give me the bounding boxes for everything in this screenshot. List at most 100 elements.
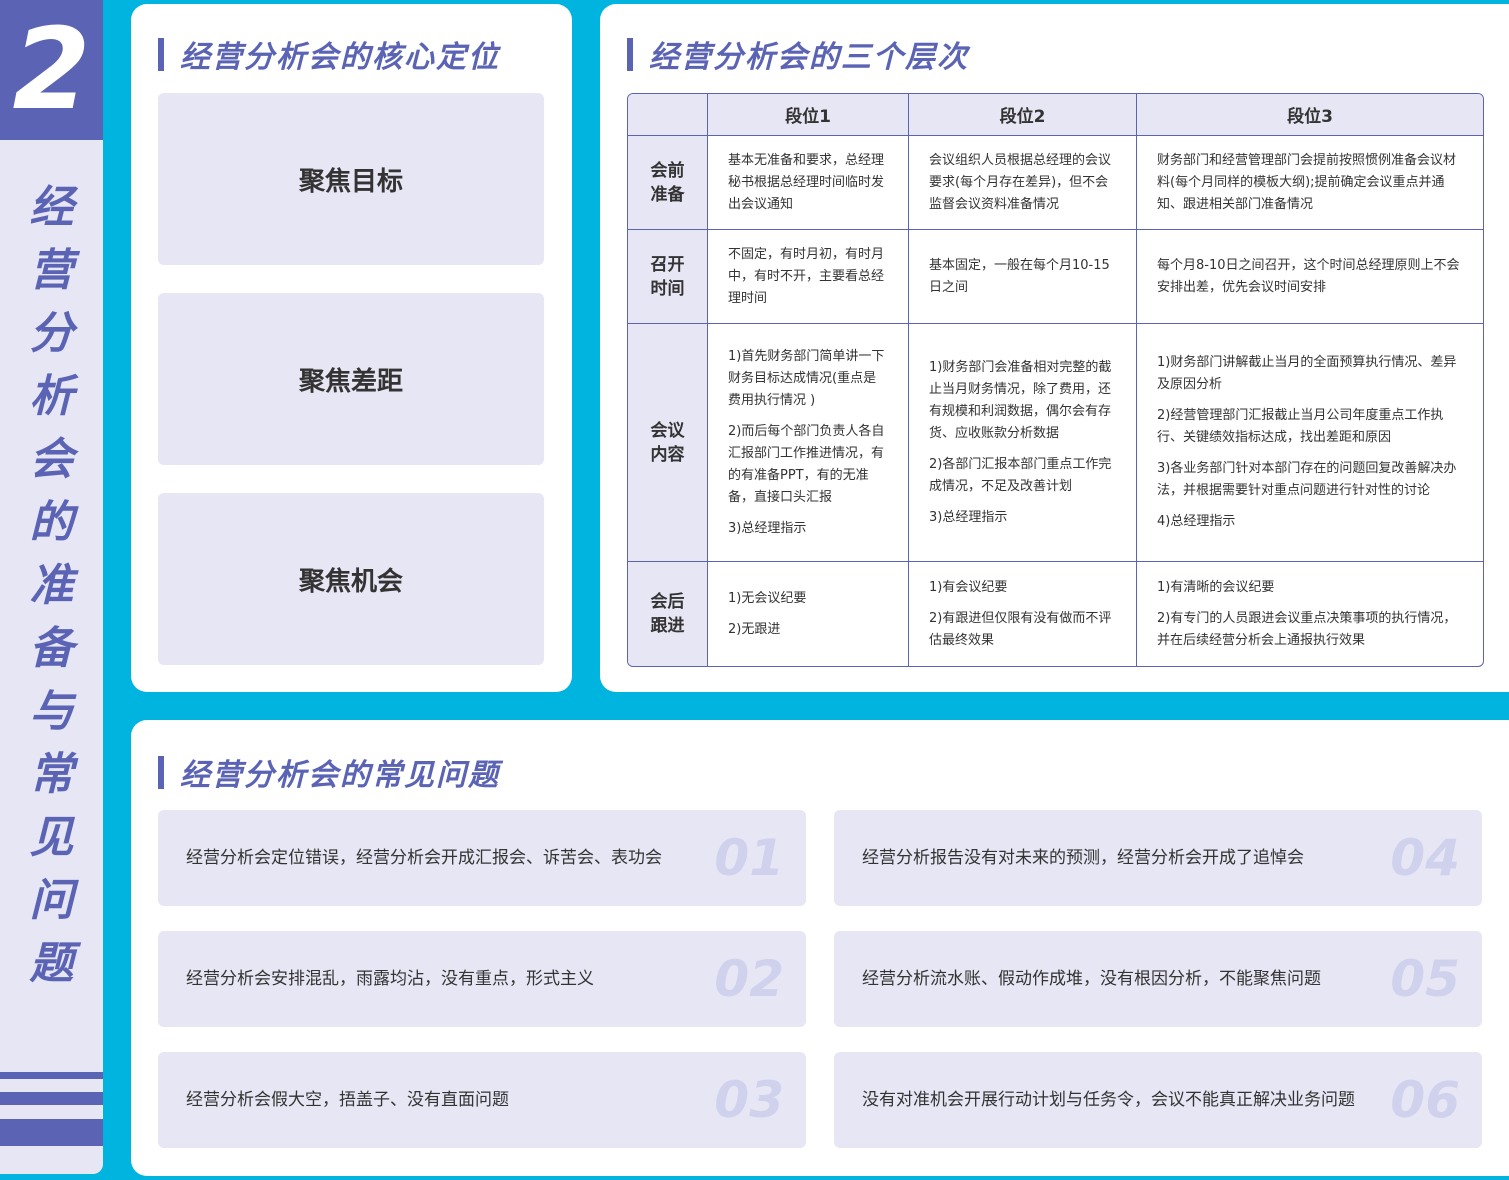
cell-text: 财务部门和经营管理部门会提前按照惯例准备会议材料(每个月同样的模板大纲);提前确… — [1157, 152, 1457, 212]
decor-stripe — [0, 1092, 103, 1105]
cell-text: 1)财务部门讲解截止当月的全面预算执行情况、差异及原因分析 — [1157, 355, 1457, 392]
vertical-title-char: 与 — [29, 686, 74, 737]
table-header-row: 段位1 段位2 段位3 — [628, 94, 1483, 136]
row-header-line: 会后 — [650, 592, 685, 612]
table-cell: 1)财务部门讲解截止当月的全面预算执行情况、差异及原因分析 2)经营管理部门汇报… — [1137, 324, 1483, 562]
table-cell: 会议组织人员根据总经理的会议要求(每个月存在差异)，但不会监督会议资料准备情况 — [909, 136, 1137, 230]
vertical-title-char: 常 — [29, 749, 74, 800]
problem-number: 03 — [714, 1071, 784, 1129]
problem-text: 经营分析会安排混乱，雨露均沾，没有重点，形式主义 — [186, 969, 594, 989]
vertical-title-char: 会 — [29, 434, 74, 485]
column-header: 段位2 — [909, 94, 1137, 136]
table-cell: 1)首先财务部门简单讲一下财务目标达成情况(重点是费用执行情况 ) 2)而后每个… — [708, 324, 909, 562]
table-corner-cell — [628, 94, 708, 136]
cell-text: 4)总经理指示 — [1157, 514, 1236, 529]
vertical-title-char: 问 — [29, 875, 74, 926]
table-row: 会前 准备 基本无准备和要求，总经理秘书根据总经理时间临时发出会议通知 会议组织… — [628, 136, 1483, 230]
problem-number: 06 — [1390, 1071, 1460, 1129]
row-header-line: 内容 — [650, 444, 685, 465]
cell-text: 3)各业务部门针对本部门存在的问题回复改善解决办法，并根据需要针对重点问题进行针… — [1157, 461, 1457, 498]
problem-card-04: 经营分析报告没有对未来的预测，经营分析会开成了追悼会 04 — [834, 810, 1482, 906]
table-row: 召开 时间 不固定，有时月初，有时月中，有时不开，主要看总经理时间 基本固定，一… — [628, 230, 1483, 324]
row-header-line: 召开 — [650, 254, 685, 275]
vertical-title-char: 经 — [29, 182, 74, 233]
row-header-line: 会前 — [650, 160, 685, 181]
row-header: 会后 跟进 — [628, 562, 708, 666]
section-vertical-title: 经 营 分 析 会 的 准 备 与 常 见 问 题 — [0, 176, 103, 995]
three-levels-panel: 经营分析会的三个层次 段位1 段位2 段位3 会前 准备 基本无准备和要求，总经… — [600, 4, 1509, 692]
focus-gap-card: 聚焦差距 — [158, 293, 544, 465]
table-cell: 1)有会议纪要 2)有跟进但仅限有没有做而不评估最终效果 — [909, 562, 1137, 666]
cell-text: 2)有专门的人员跟进会议重点决策事项的执行情况，并在后续经营分析会上通报执行效果 — [1157, 610, 1457, 648]
decor-stripe — [0, 1119, 103, 1146]
vertical-title-char: 备 — [29, 623, 74, 674]
cell-text: 3)总经理指示 — [728, 520, 807, 536]
table-cell: 基本无准备和要求，总经理秘书根据总经理时间临时发出会议通知 — [708, 136, 909, 230]
title-accent-bar — [627, 37, 633, 71]
problem-card-01: 经营分析会定位错误，经营分析会开成汇报会、诉苦会、表功会 01 — [158, 810, 806, 906]
cell-text: 1)有清晰的会议纪要 — [1157, 579, 1275, 595]
vertical-title-char: 题 — [29, 938, 74, 989]
vertical-title-char: 析 — [29, 371, 74, 422]
row-header: 会议 内容 — [628, 324, 708, 562]
problem-card-05: 经营分析流水账、假动作成堆，没有根因分析，不能聚焦问题 05 — [834, 931, 1482, 1027]
section-number: 2 — [0, 0, 103, 140]
row-header-line: 准备 — [650, 184, 685, 205]
table-cell: 不固定，有时月初，有时月中，有时不开，主要看总经理时间 — [708, 230, 909, 324]
row-header-line: 跟进 — [650, 616, 685, 636]
column-header: 段位1 — [708, 94, 909, 136]
cell-text: 基本固定，一般在每个月10-15日之间 — [929, 257, 1110, 295]
row-header: 会前 准备 — [628, 136, 708, 230]
cell-text: 2)无跟进 — [728, 621, 781, 637]
panel-title-text: 经营分析会的核心定位 — [180, 40, 500, 75]
table-cell: 基本固定，一般在每个月10-15日之间 — [909, 230, 1137, 324]
common-problems-panel: 经营分析会的常见问题 经营分析会定位错误，经营分析会开成汇报会、诉苦会、表功会 … — [131, 720, 1509, 1176]
cell-text: 2)经营管理部门汇报截止当月公司年度重点工作执行、关键绩效指标达成，找出差距和原… — [1157, 408, 1444, 445]
row-header-line: 时间 — [650, 278, 685, 299]
table-cell: 1)财务部门会准备相对完整的截止当月财务情况，除了费用，还有规模和利润数据，偶尔… — [909, 324, 1137, 562]
panel-title-text: 经营分析会的三个层次 — [649, 40, 969, 75]
row-header: 召开 时间 — [628, 230, 708, 324]
cell-text: 1)财务部门会准备相对完整的截止当月财务情况，除了费用，还有规模和利润数据，偶尔… — [929, 359, 1112, 441]
problem-number: 01 — [714, 829, 784, 887]
panel-title-text: 经营分析会的常见问题 — [180, 758, 500, 793]
problem-number: 05 — [1390, 950, 1460, 1008]
cell-text: 1)首先财务部门简单讲一下财务目标达成情况(重点是费用执行情况 ) — [728, 348, 885, 408]
levels-table: 段位1 段位2 段位3 会前 准备 基本无准备和要求，总经理秘书根据总经理时间临… — [627, 93, 1484, 667]
focus-opportunity-card: 聚焦机会 — [158, 493, 544, 665]
core-positioning-panel: 经营分析会的核心定位 聚焦目标 聚焦差距 聚焦机会 — [131, 4, 572, 692]
table-cell: 1)无会议纪要 2)无跟进 — [708, 562, 909, 666]
section-sidebar: 2 经 营 分 析 会 的 准 备 与 常 见 问 题 — [0, 0, 103, 1174]
cell-text: 1)有会议纪要 — [929, 579, 1008, 595]
vertical-title-char: 的 — [29, 497, 74, 548]
table-cell: 1)有清晰的会议纪要 2)有专门的人员跟进会议重点决策事项的执行情况，并在后续经… — [1137, 562, 1483, 666]
table-row: 会后 跟进 1)无会议纪要 2)无跟进 1)有会议纪要 2)有跟进但仅限有没有做… — [628, 562, 1483, 666]
table-row: 会议 内容 1)首先财务部门简单讲一下财务目标达成情况(重点是费用执行情况 ) … — [628, 324, 1483, 562]
three-levels-title: 经营分析会的三个层次 — [627, 32, 969, 76]
cell-text: 2)有跟进但仅限有没有做而不评估最终效果 — [929, 610, 1112, 648]
problem-text: 经营分析流水账、假动作成堆，没有根因分析，不能聚焦问题 — [862, 969, 1321, 989]
cell-text: 1)无会议纪要 — [728, 590, 807, 606]
focus-goal-card: 聚焦目标 — [158, 93, 544, 265]
problem-text: 没有对准机会开展行动计划与任务令，会议不能真正解决业务问题 — [862, 1090, 1355, 1110]
row-header-line: 会议 — [650, 420, 685, 441]
column-header: 段位3 — [1137, 94, 1483, 136]
title-accent-bar — [158, 755, 164, 789]
cell-text: 不固定，有时月初，有时月中，有时不开，主要看总经理时间 — [728, 246, 885, 306]
common-problems-title: 经营分析会的常见问题 — [158, 750, 500, 794]
title-accent-bar — [158, 37, 164, 71]
table-cell: 财务部门和经营管理部门会提前按照惯例准备会议材料(每个月同样的模板大纲);提前确… — [1137, 136, 1483, 230]
cell-text: 基本无准备和要求，总经理秘书根据总经理时间临时发出会议通知 — [728, 152, 885, 212]
cell-text: 3)总经理指示 — [929, 509, 1008, 525]
vertical-title-char: 准 — [29, 560, 74, 611]
decor-stripe — [0, 1072, 103, 1079]
cell-text: 2)各部门汇报本部门重点工作完成情况，不足及改善计划 — [929, 456, 1112, 494]
problem-number: 04 — [1390, 829, 1460, 887]
cell-text: 2)而后每个部门负责人各自汇报部门工作推进情况，有的有准备PPT，有的无准备，直… — [728, 423, 885, 505]
vertical-title-char: 营 — [29, 245, 74, 296]
problem-card-03: 经营分析会假大空，捂盖子、没有直面问题 03 — [158, 1052, 806, 1148]
vertical-title-char: 分 — [29, 308, 74, 359]
problem-card-06: 没有对准机会开展行动计划与任务令，会议不能真正解决业务问题 06 — [834, 1052, 1482, 1148]
core-positioning-title: 经营分析会的核心定位 — [158, 32, 500, 76]
vertical-title-char: 见 — [29, 812, 74, 863]
